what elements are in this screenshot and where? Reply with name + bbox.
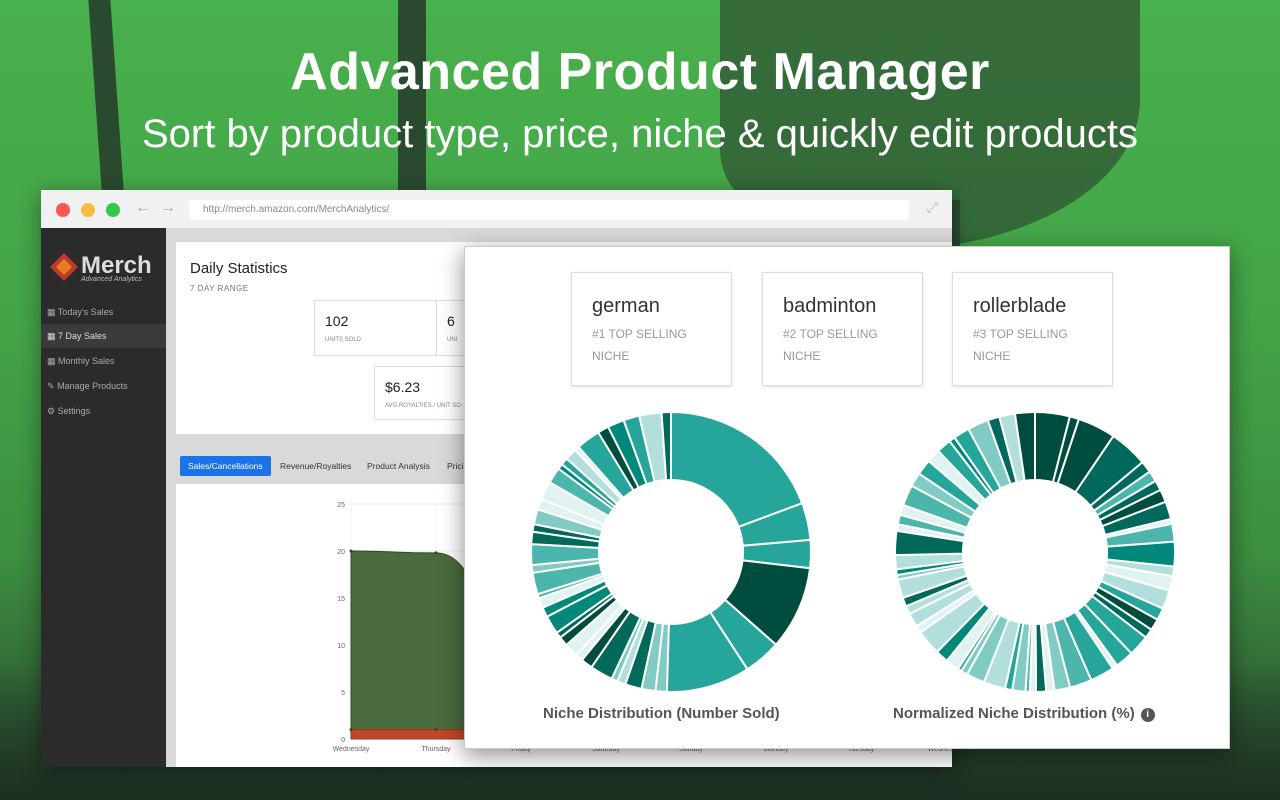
- niche-name: badminton: [783, 295, 877, 317]
- browser-chrome: ← → http://merch.amazon.com/MerchAnalyti…: [41, 190, 952, 229]
- minimize-dot[interactable]: [81, 203, 95, 217]
- tab-pricing[interactable]: Prici: [447, 456, 464, 476]
- sidebar-item-label: Manage Products: [57, 381, 128, 391]
- niche-label: NICHE: [973, 349, 1011, 363]
- page-title: Daily Statistics: [190, 260, 288, 277]
- sidebar-item-label: Settings: [57, 406, 91, 416]
- sidebar: Merch Advanced Analytics ▦ Today's Sales…: [41, 228, 166, 767]
- calendar-icon: ▦: [47, 307, 56, 317]
- niche-label: NICHE: [592, 349, 630, 363]
- niche-distribution-donut[interactable]: [521, 412, 821, 702]
- y-tick-label: 20: [337, 549, 345, 556]
- donut-title-left: Niche Distribution (Number Sold): [543, 705, 780, 722]
- info-icon[interactable]: i: [1140, 708, 1155, 722]
- sidebar-item-label: Monthly Sales: [58, 356, 115, 366]
- url-bar[interactable]: http://merch.amazon.com/MerchAnalytics/: [189, 200, 909, 220]
- donut-title-text: Normalized Niche Distribution (%): [893, 705, 1135, 722]
- tab-product-analysis[interactable]: Product Analysis: [367, 456, 430, 476]
- edit-icon: ✎: [47, 381, 55, 391]
- stat-value: 6: [447, 313, 455, 329]
- donut-title-text: Niche Distribution (Number Sold): [543, 705, 780, 722]
- units-sold-stat: 102 UNITS SOLD: [314, 300, 438, 356]
- logo-subtitle: Advanced Analytics: [81, 276, 142, 283]
- sidebar-item-settings[interactable]: ⚙ Settings: [41, 399, 166, 423]
- stat-value: $6.23: [385, 379, 421, 395]
- tab-sales-cancellations[interactable]: Sales/Cancellations: [180, 456, 271, 476]
- grid-icon: ▦: [47, 331, 56, 341]
- hero-subtitle: Sort by product type, price, niche & qui…: [141, 112, 1139, 156]
- expand-icon[interactable]: ⤢: [927, 199, 938, 216]
- stat-label: UNI: [447, 337, 458, 343]
- gears-icon: ⚙: [47, 406, 56, 416]
- area-point: [349, 728, 353, 732]
- stat-label: UNITS SOLD: [325, 337, 362, 343]
- niche-card-2[interactable]: badminton #2 TOP SELLING NICHE: [762, 272, 923, 386]
- stat-label: AVG ROYALTIES / UNIT SO: [385, 403, 461, 409]
- area-point: [434, 728, 438, 732]
- donut-title-right: Normalized Niche Distribution (%) i: [893, 705, 1155, 722]
- y-tick-label: 10: [337, 643, 345, 650]
- y-tick-label: 25: [337, 502, 345, 509]
- niche-label: NICHE: [783, 349, 821, 363]
- niche-card-1[interactable]: german #1 TOP SELLING NICHE: [571, 272, 732, 386]
- area-point: [434, 551, 438, 555]
- niche-rank: #2 TOP SELLING: [783, 327, 878, 341]
- area-point: [349, 549, 353, 553]
- stat-value: 102: [325, 313, 349, 329]
- sidebar-item-manage-products[interactable]: ✎ Manage Products: [41, 374, 166, 398]
- niche-rank: #1 TOP SELLING: [592, 327, 687, 341]
- niche-card-3[interactable]: rollerblade #3 TOP SELLING NICHE: [952, 272, 1113, 386]
- y-tick-label: 5: [341, 690, 345, 697]
- maximize-dot[interactable]: [106, 203, 120, 217]
- calendar-icon: ▦: [47, 356, 56, 366]
- tab-revenue-royalties[interactable]: Revenue/Royalties: [280, 456, 351, 476]
- merch-logo-icon: [50, 253, 78, 281]
- niche-rank: #3 TOP SELLING: [973, 327, 1068, 341]
- normalized-niche-donut[interactable]: [885, 412, 1185, 702]
- forward-arrow-icon[interactable]: →: [160, 199, 176, 217]
- sidebar-item-todays-sales[interactable]: ▦ Today's Sales: [41, 300, 166, 324]
- hero-title: Advanced Product Manager: [290, 43, 990, 101]
- niche-name: german: [592, 295, 660, 317]
- sidebar-item-7-day-sales[interactable]: ▦ 7 Day Sales: [41, 324, 166, 348]
- back-arrow-icon[interactable]: ←: [135, 199, 151, 217]
- niche-analysis-panel: german #1 TOP SELLING NICHE badminton #2…: [464, 246, 1230, 749]
- sidebar-item-label: Today's Sales: [57, 307, 114, 317]
- sidebar-item-monthly-sales[interactable]: ▦ Monthly Sales: [41, 349, 166, 373]
- x-tick-label: Thursday: [421, 746, 451, 753]
- y-tick-label: 15: [337, 596, 345, 603]
- page-subtitle: 7 DAY RANGE: [190, 284, 249, 293]
- y-tick-label: 0: [341, 737, 345, 744]
- close-dot[interactable]: [56, 203, 70, 217]
- niche-name: rollerblade: [973, 295, 1067, 317]
- sidebar-item-label: 7 Day Sales: [58, 331, 107, 341]
- x-tick-label: Wednesday: [333, 746, 370, 753]
